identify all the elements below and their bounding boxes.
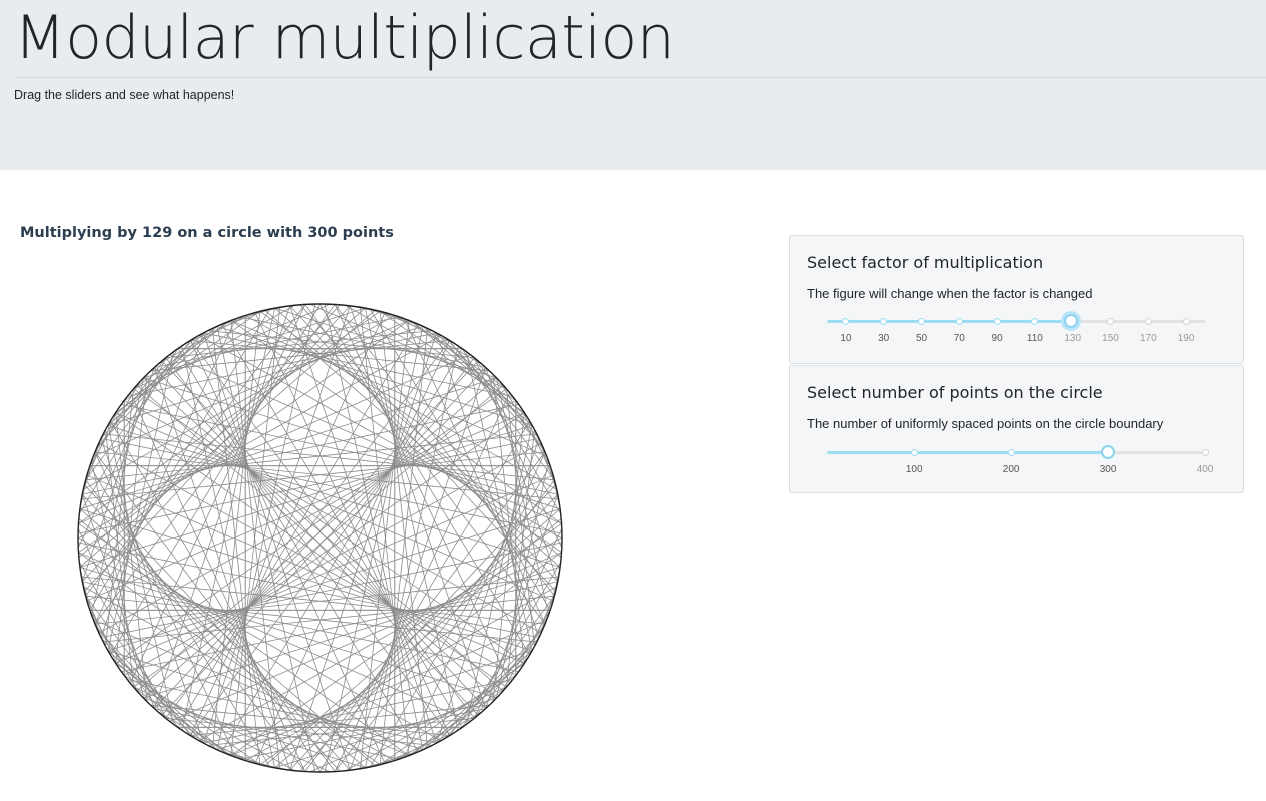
points-slider-tick-mark <box>910 449 918 456</box>
chord-line <box>153 305 291 709</box>
factor-slider-tick-label: 10 <box>840 333 852 344</box>
chord-line <box>185 732 260 766</box>
chord-line <box>143 377 561 510</box>
chord-line <box>78 552 381 765</box>
chord-lines <box>77 303 563 773</box>
points-panel-description: The number of uniformly spaced points on… <box>807 416 1164 431</box>
points-panel-title: Select number of points on the circle <box>807 383 1103 402</box>
chord-line <box>364 308 459 731</box>
factor-slider-tick-mark <box>955 318 963 325</box>
factor-slider[interactable]: 10 30 50 70 90 110 130 150 170 190 <box>827 314 1207 357</box>
chord-line <box>107 321 227 426</box>
modular-circle-plot <box>77 303 563 773</box>
plot-title: Multiplying by 129 on a circle with 300 … <box>20 225 394 241</box>
header-divider <box>14 77 1266 78</box>
chord-line <box>153 367 291 771</box>
points-slider-tick-mark <box>1201 449 1209 456</box>
chord-line <box>143 566 561 699</box>
factor-slider-tick-mark <box>918 318 925 325</box>
chord-line <box>107 650 227 755</box>
chord-line <box>413 321 533 426</box>
factor-slider-tick-mark <box>1144 318 1152 325</box>
factor-slider-tick-mark <box>1107 318 1114 325</box>
factor-slider-tick-label: 70 <box>953 333 965 344</box>
points-slider[interactable]: 100 200 300 400 <box>827 445 1213 488</box>
chord-line <box>436 628 544 744</box>
factor-slider-tick-mark <box>1031 318 1039 325</box>
circle-boundary <box>77 303 563 773</box>
chord-line <box>349 367 487 771</box>
factor-slider-tick-label: 50 <box>915 333 928 344</box>
chord-line <box>413 650 533 755</box>
header-jumbotron: Modular multiplication Drag the sliders … <box>0 0 1266 170</box>
factor-slider-tick-mark <box>1182 318 1190 325</box>
page-title: Modular multiplication <box>14 3 675 73</box>
factor-panel-title: Select factor of multiplication <box>807 253 1044 272</box>
chord-line <box>79 566 497 699</box>
points-slider-handle[interactable] <box>1101 445 1116 459</box>
header-lead: Drag the sliders and see what happens! <box>14 88 235 102</box>
factor-panel-description: The figure will change when the factor i… <box>807 286 1093 301</box>
chord-line <box>79 377 497 510</box>
factor-slider-tick-mark <box>993 318 1001 325</box>
points-slider-tick-mark <box>1007 449 1015 456</box>
factor-slider-tick-label: 190 <box>1177 333 1195 344</box>
factor-slider-tick-mark <box>880 318 888 325</box>
points-slider-fill <box>827 451 1109 454</box>
chord-line <box>85 304 306 597</box>
chord-line <box>259 311 562 524</box>
factor-slider-tick-label: 150 <box>1102 333 1119 344</box>
factor-slider-tick-label: 90 <box>991 333 1003 344</box>
factor-slider-tick-label: 30 <box>878 333 890 344</box>
points-panel: Select number of points on the circle Th… <box>789 365 1244 493</box>
chord-line <box>334 479 555 772</box>
points-slider-tick-label: 200 <box>1002 464 1020 475</box>
factor-slider-tick-label: 130 <box>1064 333 1082 344</box>
factor-slider-tick-mark <box>842 318 850 325</box>
chord-line <box>121 404 558 495</box>
chord-line <box>364 345 459 768</box>
chord-line <box>121 581 558 672</box>
chord-line <box>82 404 519 495</box>
chord-line <box>181 345 276 768</box>
factor-slider-tick-label: 170 <box>1139 333 1157 344</box>
chord-line <box>349 305 487 709</box>
chord-line <box>96 628 204 744</box>
factor-panel: Select factor of multiplication The figu… <box>789 235 1244 364</box>
factor-slider-tick-label: 110 <box>1026 333 1043 344</box>
chord-line <box>82 581 519 672</box>
points-slider-tick-label: 100 <box>905 464 923 475</box>
chord-line <box>380 310 455 344</box>
points-slider-tick-label: 300 <box>1099 464 1117 475</box>
points-slider-tick-label: 400 <box>1196 464 1214 475</box>
chord-line <box>181 308 276 731</box>
chord-line <box>436 332 544 448</box>
chord-line <box>345 675 516 772</box>
chord-line <box>96 332 204 448</box>
factor-slider-handle[interactable] <box>1063 314 1078 328</box>
chord-line <box>521 596 555 668</box>
chord-line <box>85 408 119 480</box>
